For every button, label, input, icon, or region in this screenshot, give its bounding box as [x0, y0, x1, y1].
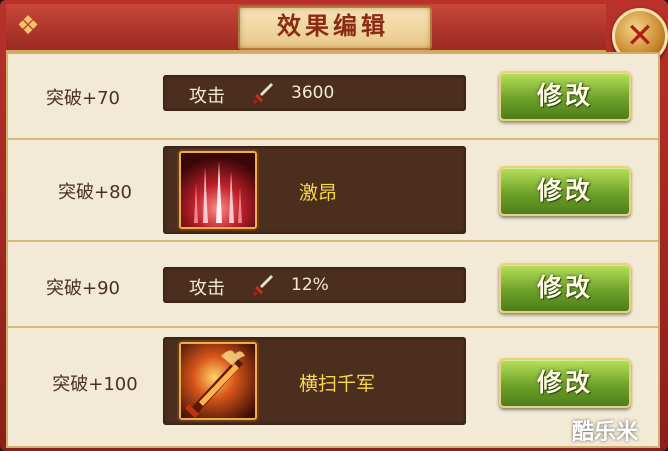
- row-label: 突破+70: [46, 88, 120, 109]
- row-label: 突破+100: [52, 374, 138, 395]
- dialog-title: 效果编辑: [277, 12, 389, 40]
- row-label: 突破+90: [46, 278, 120, 299]
- flaming-sword-skill-icon: [179, 342, 257, 420]
- sword-icon: [253, 83, 273, 105]
- modify-button-label: 修改: [536, 368, 593, 397]
- stat-value: 12%: [291, 275, 329, 295]
- skill-field: 横扫千军: [163, 337, 466, 425]
- modify-button[interactable]: 修改: [499, 71, 631, 121]
- effects-panel: 突破+70 攻击 3600 修改 突破+80 激昂 修改 突破+90 攻击 12…: [6, 52, 660, 448]
- stat-field: 攻击 12%: [163, 267, 466, 303]
- effect-row-90: 突破+90 攻击 12% 修改: [8, 242, 658, 328]
- stat-field: 攻击 3600: [163, 75, 466, 111]
- modify-button-label: 修改: [536, 81, 593, 110]
- skill-name: 横扫千军: [299, 373, 376, 395]
- modify-button[interactable]: 修改: [499, 358, 631, 408]
- effect-row-80: 突破+80 激昂 修改: [8, 140, 658, 242]
- effect-row-70: 突破+70 攻击 3600 修改: [8, 54, 658, 140]
- modify-button-label: 修改: [536, 176, 593, 205]
- stat-attribute: 攻击: [189, 86, 225, 107]
- row-label: 突破+80: [58, 182, 132, 203]
- modify-button[interactable]: 修改: [499, 166, 631, 216]
- stat-attribute: 攻击: [189, 278, 225, 299]
- watermark: 酷乐米: [572, 420, 639, 445]
- effect-row-100: 突破+100 横扫千军 修改: [8, 328, 658, 438]
- modify-button[interactable]: 修改: [499, 263, 631, 313]
- skill-name: 激昂: [299, 182, 338, 204]
- corner-ornament-left-icon: ❖: [16, 11, 40, 41]
- stat-value: 3600: [291, 83, 335, 103]
- skill-field: 激昂: [163, 146, 466, 234]
- modify-button-label: 修改: [536, 273, 593, 302]
- light-beams-skill-icon: [179, 151, 257, 229]
- sword-icon: [253, 275, 273, 297]
